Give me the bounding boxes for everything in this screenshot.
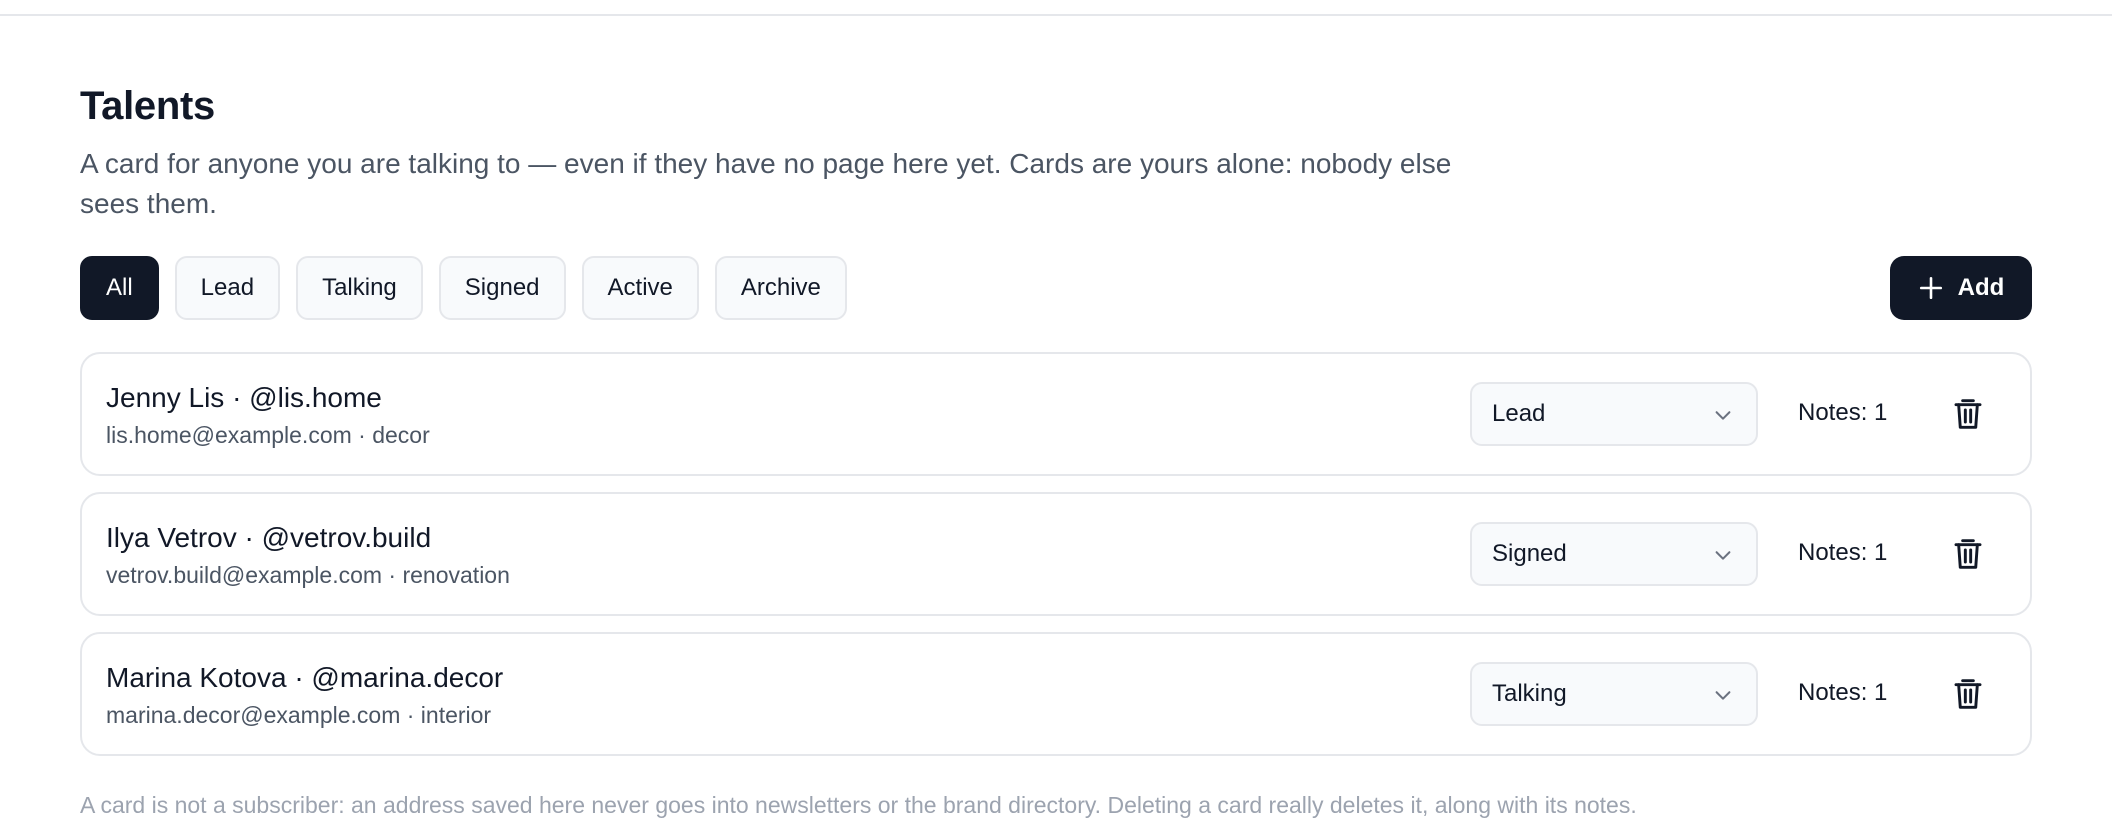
trash-icon[interactable]	[1952, 536, 1984, 572]
talent-meta: marina.decor@example.com · interior	[106, 702, 492, 728]
filter-signed[interactable]: Signed	[438, 256, 566, 320]
status-filters: All Lead Talking Signed Active Archive	[80, 256, 2032, 320]
footnote: A card is not a subscriber: an address s…	[80, 792, 1637, 818]
talent-card: Jenny Lis · @lis.home lis.home@example.c…	[80, 352, 2032, 476]
page-title: Talents	[80, 84, 215, 128]
talent-name: Marina Kotova · @marina.decor	[106, 662, 504, 693]
filter-talking[interactable]: Talking	[296, 256, 423, 320]
filter-lead[interactable]: Lead	[174, 256, 281, 320]
status-select[interactable]: Talking	[1470, 662, 1758, 726]
plus-icon	[1919, 276, 1942, 300]
talent-name: Ilya Vetrov · @vetrov.build	[106, 522, 432, 553]
talents-page: Talents A card for anyone you are talkin…	[80, 80, 2032, 756]
filter-active[interactable]: Active	[581, 256, 699, 320]
talent-name: Jenny Lis · @lis.home	[106, 382, 382, 413]
page-description: A card for anyone you are talking to — e…	[80, 148, 1452, 219]
trash-icon[interactable]	[1952, 676, 1984, 712]
status-select[interactable]: Lead	[1470, 382, 1758, 446]
talent-meta: vetrov.build@example.com · renovation	[106, 562, 510, 588]
toolbar: All Lead Talking Signed Active Archive A…	[80, 256, 2032, 320]
chevron-down-icon	[1715, 411, 1731, 420]
talent-card: Ilya Vetrov · @vetrov.build vetrov.build…	[80, 492, 2032, 616]
trash-icon[interactable]	[1952, 396, 1984, 432]
add-button-label: Add	[1957, 274, 2005, 301]
top-divider	[0, 0, 2112, 16]
talent-list: Jenny Lis · @lis.home lis.home@example.c…	[80, 352, 2032, 772]
status-select-value: Lead	[1492, 400, 1546, 427]
filter-archive[interactable]: Archive	[714, 256, 847, 320]
notes-count[interactable]: Notes: 1	[1798, 398, 1887, 428]
status-select-value: Talking	[1492, 680, 1567, 707]
status-select[interactable]: Signed	[1470, 522, 1758, 586]
filter-all[interactable]: All	[80, 256, 159, 320]
talent-card: Marina Kotova · @marina.decor marina.dec…	[80, 632, 2032, 756]
notes-count[interactable]: Notes: 1	[1798, 538, 1887, 568]
status-select-value: Signed	[1492, 540, 1567, 567]
chevron-down-icon	[1715, 691, 1731, 700]
talent-meta: lis.home@example.com · decor	[106, 422, 430, 448]
notes-count[interactable]: Notes: 1	[1798, 678, 1887, 708]
add-talent-button[interactable]: Add	[1890, 256, 2032, 320]
chevron-down-icon	[1715, 551, 1731, 560]
